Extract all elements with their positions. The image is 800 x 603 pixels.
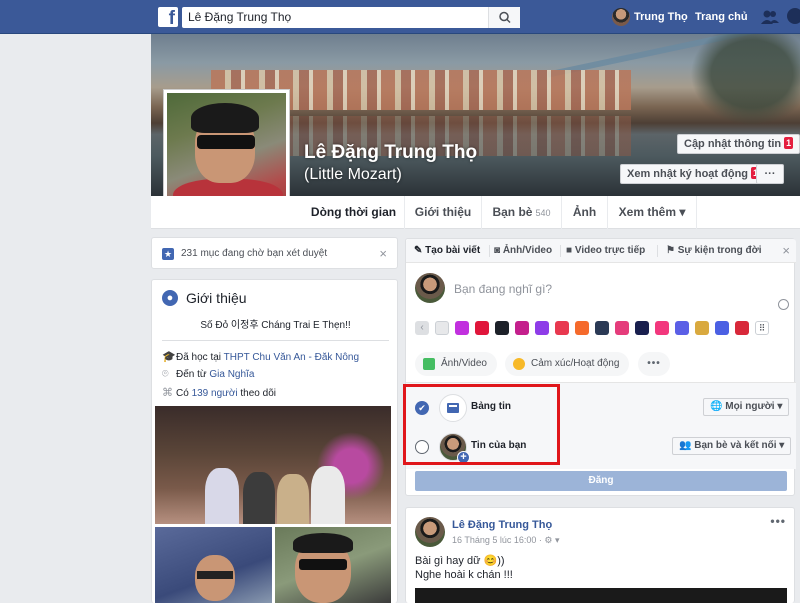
tab-live-video[interactable]: ■ Video trực tiếp bbox=[566, 245, 645, 256]
news-feed-audience-dropdown[interactable]: 🌐 Mọi người ▾ bbox=[703, 398, 790, 416]
more-options-button[interactable]: ••• bbox=[638, 352, 670, 376]
globe-icon: 🌐 bbox=[710, 401, 726, 412]
cover-more-button[interactable]: ··· bbox=[756, 164, 784, 184]
intro-followers: ⌘ Có 139 người theo dõi bbox=[162, 387, 276, 399]
followers-link[interactable]: 139 người bbox=[192, 388, 238, 399]
globe-icon: ● bbox=[162, 290, 178, 306]
intro-education: 🎓Đã học tại THPT Chu Văn An - Đăk Nông bbox=[162, 351, 360, 363]
background-swatch[interactable] bbox=[715, 321, 729, 335]
post-author-avatar[interactable] bbox=[415, 517, 445, 547]
post-text-input[interactable]: Bạn đang nghĩ gì? bbox=[454, 282, 552, 296]
background-swatches: ‹ ⠿ bbox=[415, 321, 785, 335]
search-button[interactable] bbox=[488, 7, 520, 28]
background-swatch[interactable] bbox=[615, 321, 629, 335]
close-icon[interactable]: × bbox=[379, 246, 387, 261]
background-swatch[interactable] bbox=[675, 321, 689, 335]
background-swatch[interactable] bbox=[535, 321, 549, 335]
post-button[interactable]: Đăng bbox=[415, 471, 787, 491]
tab-create-post[interactable]: ✎ Tạo bài viết bbox=[414, 245, 480, 256]
pending-review-text: 231 mục đang chờ bạn xét duyệt bbox=[181, 248, 328, 259]
background-swatch[interactable] bbox=[695, 321, 709, 335]
tab-photos[interactable]: Ảnh bbox=[562, 196, 608, 229]
background-swatch[interactable] bbox=[635, 321, 649, 335]
background-swatch[interactable] bbox=[595, 321, 609, 335]
tab-life-event[interactable]: ⚑ Sự kiện trong đời bbox=[666, 245, 762, 256]
notification-badge: 1 bbox=[784, 137, 794, 149]
intro-title: Giới thiệu bbox=[186, 290, 247, 306]
home-link[interactable]: Trang chủ bbox=[695, 11, 748, 23]
update-info-button[interactable]: Cập nhật thông tin 1 bbox=[677, 134, 800, 154]
user-avatar[interactable] bbox=[612, 8, 630, 26]
top-navigation-bar: f Lê Đặng Trung Thọ Trung Thọ Trang chủ bbox=[0, 0, 800, 34]
tab-about[interactable]: Giới thiệu bbox=[405, 196, 482, 229]
search-input[interactable]: Lê Đặng Trung Thọ bbox=[182, 7, 520, 28]
friends-icon: 👥 bbox=[679, 440, 695, 451]
feed-post: Lê Đặng Trung Thọ 16 Tháng 5 lúc 16:00 ·… bbox=[405, 507, 795, 603]
feeling-activity-button[interactable]: Cảm xúc/Hoạt động bbox=[505, 352, 630, 376]
post-timestamp[interactable]: 16 Tháng 5 lúc 16:00 · ⚙ ▾ bbox=[452, 535, 560, 546]
camera-icon: ◙ bbox=[494, 245, 503, 256]
background-swatch[interactable] bbox=[475, 321, 489, 335]
rss-icon: ⌘ bbox=[162, 387, 173, 399]
background-swatch[interactable] bbox=[575, 321, 589, 335]
intro-hometown: ⌾ Đến từ Gia Nghĩa bbox=[162, 368, 255, 380]
photo-group[interactable] bbox=[155, 406, 391, 524]
background-swatch[interactable] bbox=[495, 321, 509, 335]
tab-timeline[interactable]: Dòng thời gian bbox=[303, 196, 405, 229]
pencil-icon: ✎ bbox=[414, 245, 426, 256]
school-link[interactable]: THPT Chu Văn An - Đăk Nông bbox=[224, 352, 359, 363]
profile-name: Lê Đặng Trung Thọ bbox=[304, 142, 478, 163]
background-swatch[interactable] bbox=[735, 321, 749, 335]
story-audience-dropdown[interactable]: 👥 Bạn bè và kết nối ▾ bbox=[672, 437, 792, 455]
swatch-back-arrow[interactable]: ‹ bbox=[415, 321, 429, 335]
photo-portrait[interactable] bbox=[275, 527, 391, 603]
smiley-icon bbox=[513, 358, 525, 370]
star-icon: ★ bbox=[162, 248, 174, 260]
activity-log-button[interactable]: Xem nhật ký hoạt động10+ bbox=[620, 164, 778, 184]
tab-more[interactable]: Xem thêm ▾ bbox=[608, 196, 697, 229]
photo-icon bbox=[423, 358, 435, 370]
background-swatch[interactable] bbox=[515, 321, 529, 335]
photo-video-button[interactable]: Ảnh/Video bbox=[415, 352, 497, 376]
profile-tabs: Dòng thời gian Giới thiệu Bạn bè 540 Ảnh … bbox=[151, 196, 800, 229]
flag-icon: ⚑ bbox=[666, 245, 678, 256]
composer-tabs: ✎ Tạo bài viết ◙ Ảnh/Video ■ Video trực … bbox=[406, 239, 796, 263]
highlight-annotation-box bbox=[403, 384, 560, 465]
hometown-link[interactable]: Gia Nghĩa bbox=[209, 369, 254, 380]
profile-link[interactable]: Trung Thọ bbox=[634, 11, 688, 23]
intro-bio: Số Đỏ 이정후 Cháng Trai E Thẹn!! bbox=[200, 320, 351, 331]
tab-photo-video[interactable]: ◙ Ảnh/Video bbox=[494, 245, 552, 256]
background-swatch[interactable] bbox=[435, 321, 449, 335]
post-text-line: Nghe hoài k chán !!! bbox=[415, 569, 513, 581]
facebook-logo[interactable]: f bbox=[158, 7, 178, 27]
background-swatch[interactable] bbox=[655, 321, 669, 335]
post-video[interactable] bbox=[415, 588, 787, 603]
post-author-name[interactable]: Lê Đặng Trung Thọ bbox=[452, 519, 552, 531]
composer-avatar bbox=[415, 273, 445, 303]
background-swatch[interactable] bbox=[455, 321, 469, 335]
photo-selfie[interactable] bbox=[155, 527, 272, 603]
graduation-cap-icon: 🎓 bbox=[162, 351, 176, 363]
messenger-icon[interactable] bbox=[787, 8, 800, 24]
tab-friends[interactable]: Bạn bè 540 bbox=[482, 196, 562, 229]
divider bbox=[162, 340, 389, 341]
friend-requests-icon[interactable] bbox=[760, 9, 780, 25]
emoji-icon[interactable] bbox=[778, 299, 789, 310]
more-swatches-icon[interactable]: ⠿ bbox=[755, 321, 769, 335]
profile-nickname: (Little Mozart) bbox=[304, 166, 402, 183]
friends-count: 540 bbox=[535, 208, 551, 218]
background-swatch[interactable] bbox=[555, 321, 569, 335]
pending-review-card[interactable]: ★ 231 mục đang chờ bạn xét duyệt × bbox=[151, 237, 398, 269]
post-options-button[interactable]: ••• bbox=[770, 514, 786, 528]
close-icon[interactable]: × bbox=[782, 243, 790, 258]
post-text-line: Bài gì hay dữ 😊)) bbox=[415, 555, 505, 567]
search-icon bbox=[499, 11, 511, 24]
location-pin-icon: ⌾ bbox=[162, 368, 169, 380]
intro-card: ● Giới thiệu Số Đỏ 이정후 Cháng Trai E Thẹn… bbox=[151, 279, 398, 603]
video-camera-icon: ■ bbox=[566, 245, 575, 256]
